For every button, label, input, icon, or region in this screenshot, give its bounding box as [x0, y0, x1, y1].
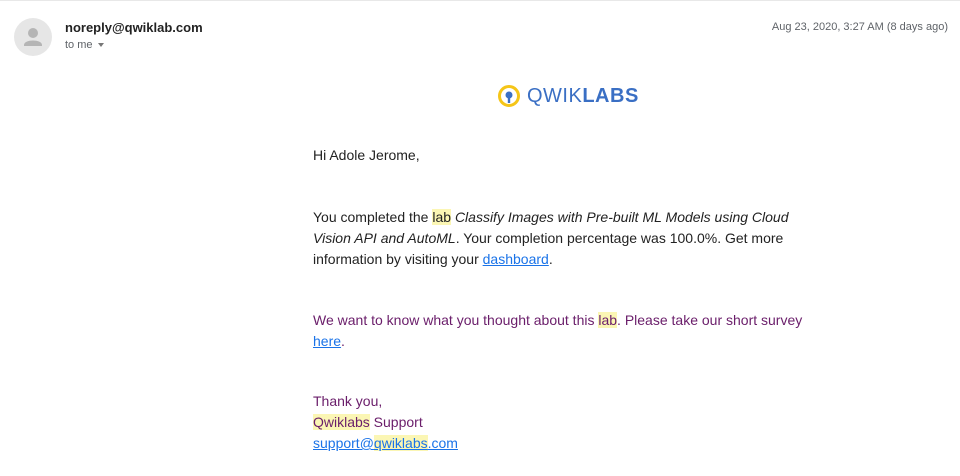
email-body: Hi Adole Jerome, You completed the lab C… — [313, 145, 813, 454]
email-date: Aug 23, 2020, 3:27 AM (8 days ago) — [771, 21, 948, 33]
person-icon — [24, 28, 42, 46]
logo-wordmark: QWIKLABS — [527, 84, 639, 107]
highlight-lab: lab — [432, 209, 452, 225]
sender-address: noreply@qwiklab.com — [65, 20, 203, 35]
qwiklabs-logo: QWIKLABS — [497, 83, 639, 109]
signoff: Thank you, Qwiklabs Support support@qwik… — [313, 393, 458, 451]
caret-down-icon — [97, 43, 104, 48]
recipient-label: to me — [65, 39, 93, 51]
highlight-company: Qwiklabs — [313, 414, 370, 430]
top-divider — [0, 0, 960, 1]
greeting: Hi Adole Jerome, — [313, 147, 420, 163]
thanks-line: Thank you, — [313, 393, 383, 409]
survey-paragraph: We want to know what you thought about t… — [313, 312, 803, 349]
highlight-lab: lab — [598, 312, 618, 328]
qwiklabs-logo-icon — [498, 85, 520, 107]
sender-avatar[interactable] — [14, 18, 52, 56]
dashboard-link[interactable]: dashboard — [483, 251, 549, 267]
recipient-toggle[interactable]: to me — [65, 39, 104, 51]
survey-link[interactable]: here — [313, 333, 341, 349]
support-email-link[interactable]: support@qwiklabs.com — [313, 435, 458, 451]
completion-paragraph: You completed the lab Classify Images wi… — [313, 209, 789, 267]
